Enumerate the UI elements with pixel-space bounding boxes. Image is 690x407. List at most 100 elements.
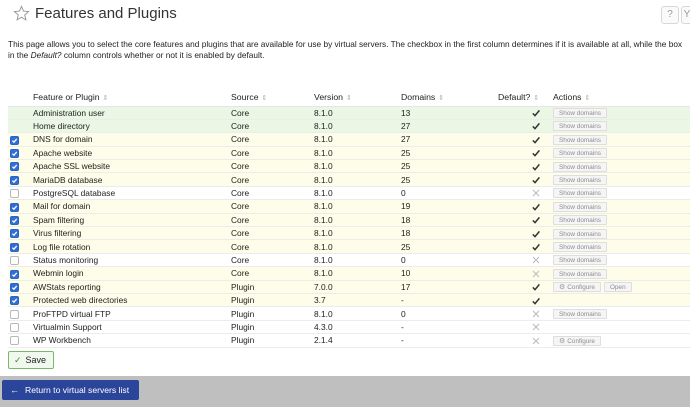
return-button[interactable]: ← Return to virtual servers list (2, 380, 140, 400)
default-check-icon[interactable] (531, 229, 541, 239)
default-check-icon[interactable] (531, 135, 541, 145)
feature-checkbox[interactable] (10, 336, 19, 346)
feature-name: Administration user (26, 106, 231, 120)
row-checkbox-cell (8, 293, 26, 308)
show-domains-button[interactable]: Show domains (553, 161, 607, 172)
default-check-icon[interactable] (531, 215, 541, 225)
default-check-icon[interactable] (531, 282, 541, 292)
show-domains-button[interactable]: Show domains (553, 268, 607, 279)
show-domains-button[interactable]: Show domains (553, 188, 607, 199)
help-button[interactable]: ? (661, 6, 679, 24)
default-check-icon[interactable] (531, 121, 541, 131)
show-domains-button[interactable]: Show domains (553, 175, 607, 186)
page-title: Features and Plugins (35, 5, 177, 22)
default-check-icon[interactable] (531, 162, 541, 172)
column-domains[interactable]: Domains ⇕ (401, 88, 498, 107)
default-cross-icon[interactable] (531, 188, 541, 198)
open-button[interactable]: Open (604, 282, 632, 293)
default-cell (498, 293, 541, 308)
feature-checkbox[interactable] (10, 135, 19, 145)
actions-cell: Show domains (541, 159, 690, 174)
default-cell (498, 280, 541, 294)
feature-name: WP Workbench (26, 333, 231, 348)
show-domains-button[interactable]: Show domains (553, 308, 607, 319)
default-cross-icon[interactable] (531, 336, 541, 346)
feature-domains: 0 (401, 253, 498, 268)
description-text-end: column controls whether or not it is ena… (61, 50, 265, 60)
sort-icon: ⇕ (438, 94, 445, 102)
feature-checkbox[interactable] (10, 269, 19, 279)
column-select (8, 88, 26, 107)
default-cross-icon[interactable] (531, 269, 541, 279)
feature-source: Core (231, 132, 314, 147)
actions-cell: Show domains (541, 226, 690, 241)
table-row: DNS for domain Core 8.1.0 27 Show domains (8, 132, 690, 147)
feature-name: Virus filtering (26, 226, 231, 241)
feature-source: Core (231, 239, 314, 254)
actions-cell: Show domains (541, 146, 690, 161)
table-header-row: Feature or Plugin ⇕ Source ⇕ Version ⇕ Doma… (8, 88, 690, 107)
feature-checkbox[interactable] (10, 202, 19, 212)
show-domains-button[interactable]: Show domains (553, 215, 607, 226)
feature-checkbox[interactable] (10, 229, 19, 239)
feature-checkbox[interactable] (10, 282, 19, 292)
column-source[interactable]: Source ⇕ (231, 88, 314, 107)
row-checkbox-cell (8, 320, 26, 335)
feature-checkbox[interactable] (10, 323, 19, 333)
row-checkbox-cell (8, 226, 26, 241)
feature-checkbox[interactable] (10, 215, 19, 225)
feature-checkbox[interactable] (10, 309, 19, 319)
show-domains-button[interactable]: Show domains (553, 121, 607, 132)
column-feature[interactable]: Feature or Plugin ⇕ (26, 88, 231, 107)
default-cell (498, 106, 541, 120)
feature-version: 8.1.0 (314, 146, 401, 161)
feature-checkbox[interactable] (10, 162, 19, 172)
default-cross-icon[interactable] (531, 322, 541, 332)
default-check-icon[interactable] (531, 296, 541, 306)
table-row: PostgreSQL database Core 8.1.0 0 Show domain… (8, 186, 690, 201)
feature-name: Webmin login (26, 266, 231, 281)
table-row: Virtualmin Support Plugin 4.3.0- (8, 320, 690, 335)
column-actions[interactable]: Actions ⇕ (541, 88, 690, 107)
save-button[interactable]: ✓ Save (8, 351, 54, 369)
feature-version: 8.1.0 (314, 213, 401, 228)
default-cross-icon[interactable] (531, 309, 541, 319)
feature-checkbox[interactable] (10, 242, 19, 252)
show-domains-button[interactable]: Show domains (553, 228, 607, 239)
show-domains-button[interactable]: Show domains (553, 241, 607, 252)
actions-cell (541, 320, 690, 335)
default-cell (498, 132, 541, 147)
default-cell (498, 306, 541, 321)
default-check-icon[interactable] (531, 175, 541, 185)
column-default[interactable]: Default? ⇕ (498, 88, 541, 107)
feature-domains: - (401, 293, 498, 308)
default-check-icon[interactable] (531, 108, 541, 118)
show-domains-button[interactable]: Show domains (553, 134, 607, 145)
gear-icon: ⚙ (559, 337, 566, 345)
show-domains-button[interactable]: Show domains (553, 255, 607, 266)
feature-version: 8.1.0 (314, 159, 401, 174)
feature-checkbox[interactable] (10, 189, 19, 199)
default-cross-icon[interactable] (531, 255, 541, 265)
show-domains-button[interactable]: Show domains (553, 201, 607, 212)
column-version[interactable]: Version ⇕ (314, 88, 401, 107)
default-check-icon[interactable] (531, 202, 541, 212)
feature-checkbox[interactable] (10, 256, 19, 266)
row-checkbox-cell (8, 159, 26, 174)
configure-button[interactable]: ⚙ Configure (553, 335, 601, 346)
default-cell (498, 239, 541, 254)
search-button[interactable]: Y (681, 6, 690, 24)
configure-button[interactable]: ⚙ Configure (553, 282, 601, 293)
show-domains-button[interactable]: Show domains (553, 148, 607, 159)
feature-checkbox[interactable] (10, 175, 19, 185)
row-checkbox-cell (8, 213, 26, 228)
default-check-icon[interactable] (531, 242, 541, 252)
default-check-icon[interactable] (531, 148, 541, 158)
feature-checkbox[interactable] (10, 149, 19, 158)
feature-name: ProFTPD virtual FTP (26, 306, 231, 321)
show-domains-button[interactable]: Show domains (553, 108, 607, 119)
default-cell (498, 213, 541, 228)
feature-checkbox[interactable] (10, 296, 19, 306)
star-icon[interactable] (13, 5, 30, 22)
feature-source: Core (231, 146, 314, 161)
